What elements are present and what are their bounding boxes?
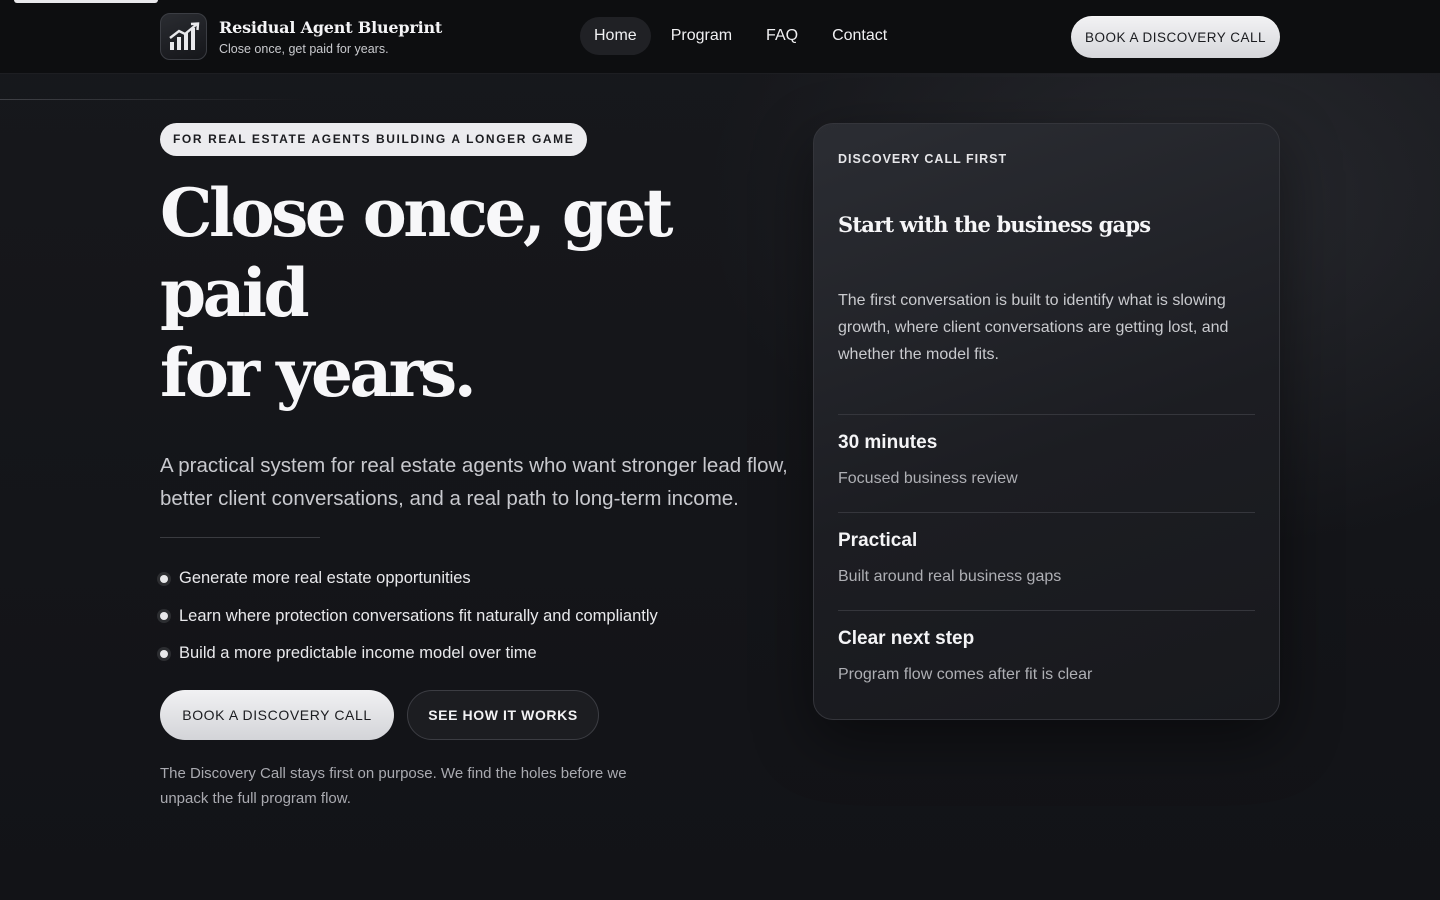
bullet-dot-icon — [160, 649, 168, 658]
benefit-text: Learn where protection conversations fit… — [179, 606, 658, 625]
hero-eyebrow-badge: FOR REAL ESTATE AGENTS BUILDING A LONGER… — [160, 123, 588, 156]
card-stat-item: Clear next step Program flow comes after… — [838, 610, 1255, 684]
nav-home[interactable]: Home — [580, 17, 651, 55]
hero-section: FOR REAL ESTATE AGENTS BUILDING A LONGER… — [160, 123, 800, 811]
decorative-divider — [0, 99, 305, 100]
brand-link[interactable]: Residual Agent Blueprint Close once, get… — [160, 13, 442, 60]
stat-subtitle: Built around real business gaps — [838, 568, 1062, 585]
hero-cta-row: BOOK A DISCOVERY CALL SEE HOW IT WORKS — [160, 689, 800, 740]
nav-faq[interactable]: FAQ — [752, 17, 812, 55]
nav-contact[interactable]: Contact — [818, 17, 901, 55]
benefit-text: Generate more real estate opportunities — [179, 569, 471, 588]
see-how-it-works-button[interactable]: SEE HOW IT WORKS — [407, 689, 599, 740]
benefit-item: Learn where protection conversations fit… — [160, 598, 800, 636]
rising-chart-icon — [160, 13, 207, 60]
stat-subtitle: Focused business review — [838, 470, 1018, 487]
nav-program[interactable]: Program — [657, 17, 746, 55]
card-body: The first conversation is built to ident… — [838, 292, 1229, 363]
card-title: Start with the business gaps — [838, 212, 1151, 237]
hero-headline-line1: Close once, get paid — [160, 174, 674, 332]
card-stat-item: 30 minutes Focused business review — [838, 414, 1255, 488]
brand-name: Residual Agent Blueprint — [219, 17, 443, 37]
benefit-item: Build a more predictable income model ov… — [160, 635, 800, 673]
header-book-call-button[interactable]: BOOK A DISCOVERY CALL — [1071, 16, 1280, 58]
card-eyebrow: DISCOVERY CALL FIRST — [838, 152, 1008, 166]
benefit-list: Generate more real estate opportunities … — [160, 560, 800, 673]
hero-divider — [160, 537, 320, 538]
stat-title: 30 minutes — [838, 432, 938, 453]
hero-headline-line2: for years. — [160, 334, 477, 412]
bullet-dot-icon — [160, 574, 168, 583]
book-discovery-call-button[interactable]: BOOK A DISCOVERY CALL — [160, 689, 394, 740]
benefit-item: Generate more real estate opportunities — [160, 560, 800, 598]
hero-footnote: The Discovery Call stays first on purpos… — [160, 764, 627, 807]
brand-tagline: Close once, get paid for years. — [219, 41, 389, 56]
stat-subtitle: Program flow comes after fit is clear — [838, 666, 1093, 683]
top-accent-strip — [14, 0, 158, 3]
hero-headline: Close once, get paid for years. — [160, 173, 820, 413]
benefit-text: Build a more predictable income model ov… — [179, 644, 537, 663]
discovery-call-card: DISCOVERY CALL FIRST Start with the busi… — [813, 123, 1280, 720]
card-stat-item: Practical Built around real business gap… — [838, 512, 1255, 586]
site-header: Residual Agent Blueprint Close once, get… — [0, 0, 1440, 74]
main-nav: Home Program FAQ Contact — [580, 17, 901, 55]
brand-text: Residual Agent Blueprint Close once, get… — [219, 18, 442, 56]
hero-lede: A practical system for real estate agent… — [160, 454, 788, 510]
stat-title: Clear next step — [838, 628, 975, 649]
bullet-dot-icon — [160, 612, 168, 621]
stat-title: Practical — [838, 530, 918, 551]
